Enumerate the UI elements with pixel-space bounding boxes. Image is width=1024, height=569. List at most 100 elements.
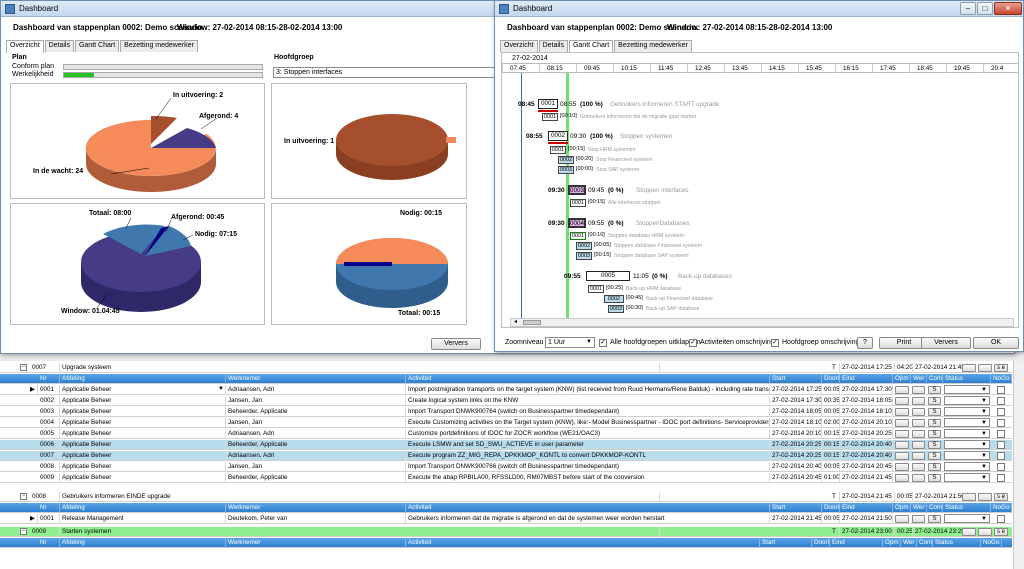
row-afdeling[interactable]: Applicatie Beheer	[60, 451, 226, 461]
col-doorl[interactable]: Doorl	[822, 503, 840, 513]
row-werknemer[interactable]: Beheerder, Applicatie	[226, 407, 406, 417]
com-s-button[interactable]: S	[928, 441, 941, 449]
nogo-checkbox[interactable]	[997, 419, 1005, 427]
wer-button[interactable]	[912, 463, 925, 471]
com-s-button[interactable]: S	[928, 408, 941, 416]
chevron-down-icon[interactable]: ▼	[218, 385, 224, 394]
group-row-0008[interactable]: − 0008 Gebruikers informeren EINDE upgra…	[0, 492, 1012, 502]
col-wer[interactable]: Wer	[901, 538, 917, 548]
group-desc-checkbox[interactable]: ✓	[771, 339, 779, 347]
gantt-bar[interactable]: 0005	[586, 271, 630, 281]
wer-button[interactable]	[912, 430, 925, 438]
col-nogo[interactable]: NoGo	[991, 503, 1012, 513]
opm-button[interactable]	[895, 515, 909, 523]
gantt-bar[interactable]: 0003	[568, 185, 586, 195]
tab-gantt[interactable]: Gantt Chart	[74, 40, 120, 52]
col-eind[interactable]: Eind	[840, 503, 893, 513]
opm-button[interactable]	[895, 441, 909, 449]
row-afdeling[interactable]: Applicatie Beheer	[60, 385, 226, 395]
col-eind[interactable]: Eind	[830, 538, 883, 548]
vertical-scrollbar[interactable]	[1013, 361, 1024, 569]
col-afdeling[interactable]: Afdeling	[60, 538, 226, 548]
horizontal-scrollbar[interactable]: ◂	[510, 318, 1014, 327]
group-button-b[interactable]	[978, 364, 992, 372]
col-com[interactable]: Com	[917, 538, 933, 548]
col-start[interactable]: Start	[770, 374, 822, 384]
row-selector-icon[interactable]: ▶	[28, 385, 38, 395]
col-status[interactable]: Status	[943, 374, 991, 384]
table-row[interactable]: 0002 Applicatie Beheer Jansen, Jan Create l…	[0, 396, 1012, 406]
col-nr[interactable]: Nr	[38, 538, 60, 548]
row-activiteit[interactable]: Gebruikers informeren dat de migratie is…	[406, 514, 770, 524]
com-s-button[interactable]: S	[928, 515, 941, 523]
wer-button[interactable]	[912, 408, 925, 416]
help-button[interactable]: ?	[857, 337, 873, 349]
opm-button[interactable]	[895, 463, 909, 471]
com-s-button[interactable]: S	[928, 463, 941, 471]
group-row-0009[interactable]: − 0009 Starten systemen T 27-02-2014 23:…	[0, 527, 1012, 537]
col-nr[interactable]: Nr	[38, 374, 60, 384]
col-nogo[interactable]: NoGo	[991, 374, 1012, 384]
tab-bezetting[interactable]: Bezetting medewerker	[614, 40, 692, 52]
nogo-checkbox[interactable]	[997, 386, 1005, 394]
col-doorl[interactable]: Doorl	[822, 374, 840, 384]
refresh-button[interactable]: Ververs	[431, 338, 481, 350]
row-afdeling[interactable]: Applicatie Beheer	[60, 440, 226, 450]
row-werknemer[interactable]: Jansen, Jan	[226, 396, 406, 406]
row-afdeling[interactable]: Applicatie Beheer	[60, 407, 226, 417]
row-activiteit[interactable]: Import Transport DNWK900766 (switch off …	[406, 462, 770, 472]
col-eind[interactable]: Eind	[840, 374, 893, 384]
group-button-a[interactable]	[962, 528, 976, 536]
nogo-checkbox[interactable]	[997, 474, 1005, 482]
gantt-subbar[interactable]: 0003	[558, 166, 574, 174]
row-activiteit[interactable]: Create logical system links on the KNW	[406, 396, 770, 406]
opm-button[interactable]	[895, 397, 909, 405]
row-activiteit[interactable]: Execute program ZZ_MIG_REPA_DPKKMOP_KONT…	[406, 451, 770, 461]
gantt-bar[interactable]: 0002	[548, 131, 568, 141]
gantt-subbar[interactable]: 0001	[570, 232, 586, 240]
nogo-checkbox[interactable]	[997, 463, 1005, 471]
gantt-subbar[interactable]: 0002	[576, 242, 592, 250]
com-s-button[interactable]: S	[928, 386, 941, 394]
wer-button[interactable]	[912, 452, 925, 460]
row-afdeling[interactable]: Applicatie Beheer	[60, 473, 226, 483]
gantt-subbar[interactable]: 0002	[558, 156, 574, 164]
col-werknemer[interactable]: Werknemer	[226, 374, 406, 384]
table-row[interactable]: 0009 Applicatie Beheer Beheerder, Applicat…	[0, 473, 1012, 483]
row-activiteit[interactable]: Import postmigration transports on the t…	[406, 385, 770, 395]
row-afdeling[interactable]: Release Management	[60, 514, 226, 524]
maximize-button[interactable]: □	[977, 2, 993, 15]
row-werknemer[interactable]: Beheerder, Applicatie	[226, 473, 406, 483]
row-activiteit[interactable]: Execute LSMW and set SD_SWU_ACTIEVE in u…	[406, 440, 770, 450]
gantt-subbar[interactable]: 0001	[550, 146, 566, 154]
refresh-button[interactable]: Ververs	[921, 337, 971, 349]
opm-button[interactable]	[895, 452, 909, 460]
group-row-0007[interactable]: − 0007 Upgrade systeem T 27-02-2014 17:2…	[0, 363, 1012, 373]
minimize-button[interactable]: –	[960, 2, 976, 15]
com-s-button[interactable]: S	[928, 430, 941, 438]
wer-button[interactable]	[912, 386, 925, 394]
nogo-checkbox[interactable]	[997, 452, 1005, 460]
activity-desc-checkbox[interactable]: ✓	[689, 339, 697, 347]
col-activiteit[interactable]: Activiteit	[406, 374, 770, 384]
col-nogo[interactable]: NoGo	[981, 538, 1002, 548]
col-status[interactable]: Status	[933, 538, 981, 548]
gantt-subbar[interactable]: 0002	[604, 295, 624, 303]
col-opm[interactable]: Opm	[893, 374, 911, 384]
col-afdeling[interactable]: Afdeling	[60, 374, 226, 384]
tab-details[interactable]: Details	[538, 40, 568, 52]
opm-button[interactable]	[895, 430, 909, 438]
group-se-button[interactable]: s e	[994, 493, 1008, 501]
row-werknemer[interactable]: Jansen, Jan	[226, 418, 406, 428]
tab-details[interactable]: Details	[44, 40, 74, 52]
status-select[interactable]: ▼	[944, 396, 990, 405]
gantt-bar[interactable]: 0004	[568, 218, 586, 228]
wer-button[interactable]	[912, 515, 925, 523]
row-werknemer[interactable]: Deutekom, Peter van	[226, 514, 406, 524]
col-start[interactable]: Start	[760, 538, 812, 548]
row-activiteit[interactable]: Execute the abap RPBILA00, RFSSLD00, RM0…	[406, 473, 770, 483]
row-werknemer[interactable]: Adriaansen, Adri	[226, 385, 406, 395]
gantt-subbar[interactable]: 0001	[542, 113, 558, 121]
close-button[interactable]: ✕	[994, 2, 1022, 15]
nogo-checkbox[interactable]	[997, 515, 1005, 523]
